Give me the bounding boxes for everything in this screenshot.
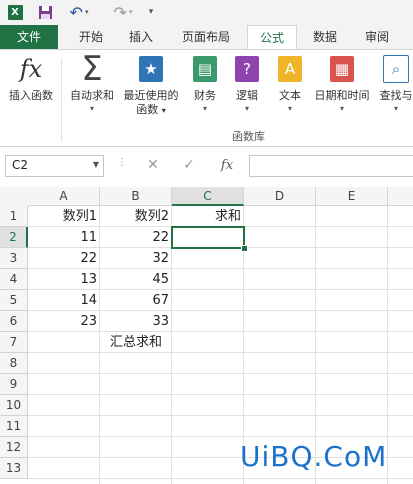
- redo-icon[interactable]: ↷ ▾: [110, 3, 136, 22]
- row-header-7[interactable]: 7: [0, 332, 28, 353]
- question-icon: ?: [235, 56, 259, 82]
- group-label: 函数库: [232, 130, 265, 143]
- watermark: UiBQ.CoM: [240, 440, 388, 473]
- row-header-9[interactable]: 9: [0, 374, 28, 395]
- customize-qat-icon[interactable]: ▾: [144, 3, 158, 21]
- tab-file[interactable]: 文件: [0, 25, 58, 49]
- row-header-13[interactable]: 13: [0, 458, 28, 479]
- row-header-4[interactable]: 4: [0, 269, 28, 290]
- ribbon-separator: [61, 58, 62, 142]
- logical-button[interactable]: ? 逻辑 ▾: [230, 54, 264, 115]
- quick-access-toolbar: X ↶ ▾ ↷ ▾ ▾: [0, 0, 413, 25]
- row-header-8[interactable]: 8: [0, 353, 28, 374]
- chevron-down-icon: ▾: [244, 104, 249, 113]
- magnifier-icon: ⌕: [383, 55, 409, 83]
- row-header-6[interactable]: 6: [0, 311, 28, 332]
- undo-icon[interactable]: ↶ ▾: [66, 3, 92, 22]
- column-header-c[interactable]: C: [172, 187, 244, 206]
- row-header-2[interactable]: 2: [0, 227, 28, 248]
- cancel-button[interactable]: ✕: [138, 155, 168, 175]
- insert-function-button[interactable]: fx 插入函数: [4, 54, 58, 103]
- row-header-5[interactable]: 5: [0, 290, 28, 311]
- insert-function-icon[interactable]: fx: [212, 155, 242, 175]
- text-icon: A: [278, 56, 302, 82]
- calendar-icon: ▦: [330, 56, 354, 82]
- ribbon-formulas: fx 插入函数 Σ 自动求和 ▾ ★ 最近使用的 函数 ▾ ▤ 财务 ▾ ? 逻…: [0, 49, 413, 147]
- financial-button[interactable]: ▤ 财务 ▾: [188, 54, 222, 115]
- excel-app-icon[interactable]: X: [6, 3, 24, 21]
- chevron-down-icon: ▾: [339, 104, 344, 113]
- tab-data[interactable]: 数据: [302, 25, 348, 49]
- row-header-1[interactable]: 1: [0, 206, 28, 227]
- chevron-down-icon: ▼: [92, 160, 99, 169]
- autosum-button[interactable]: Σ 自动求和 ▾: [66, 49, 118, 115]
- datetime-button[interactable]: ▦ 日期和时间 ▾: [310, 54, 374, 115]
- tab-review[interactable]: 审阅: [354, 25, 400, 49]
- lookup-button[interactable]: ⌕ 查找与 ▾: [376, 54, 413, 115]
- chevron-down-icon: ▾: [202, 104, 207, 113]
- coins-icon: ▤: [193, 56, 217, 82]
- formula-input[interactable]: [249, 155, 413, 177]
- enter-button[interactable]: ✓: [174, 155, 204, 175]
- ribbon-tabs: 文件 开始 插入 页面布局 公式 数据 审阅: [0, 25, 413, 50]
- tab-insert[interactable]: 插入: [118, 25, 164, 49]
- chevron-down-icon: ▾: [393, 104, 398, 113]
- row-header-3[interactable]: 3: [0, 248, 28, 269]
- column-header-d[interactable]: D: [244, 187, 316, 206]
- fill-handle[interactable]: [241, 245, 248, 252]
- chevron-down-icon: ▾: [89, 104, 94, 113]
- formula-bar: C2 ▼ ⋮ ✕ ✓ fx: [0, 151, 413, 179]
- column-header-b[interactable]: B: [100, 187, 172, 206]
- select-all-corner[interactable]: [0, 187, 29, 207]
- column-header-f[interactable]: [388, 187, 413, 206]
- name-box[interactable]: C2 ▼: [5, 155, 104, 177]
- tab-formulas[interactable]: 公式: [247, 25, 297, 50]
- sigma-icon: Σ: [81, 49, 103, 89]
- column-header-e[interactable]: E: [316, 187, 388, 206]
- save-icon[interactable]: [36, 3, 54, 21]
- row-header-10[interactable]: 10: [0, 395, 28, 416]
- tab-home[interactable]: 开始: [68, 25, 114, 49]
- name-box-value: C2: [12, 158, 29, 172]
- tab-page-layout[interactable]: 页面布局: [170, 25, 242, 49]
- row-header-12[interactable]: 12: [0, 437, 28, 458]
- recently-used-button[interactable]: ★ 最近使用的 函数 ▾: [120, 54, 182, 118]
- star-icon: ★: [139, 56, 163, 82]
- column-header-a[interactable]: A: [28, 187, 100, 206]
- grip-icon[interactable]: ⋮: [117, 157, 127, 168]
- text-button[interactable]: A 文本 ▾: [273, 54, 307, 115]
- row-header-11[interactable]: 11: [0, 416, 28, 437]
- chevron-down-icon: ▾: [287, 104, 292, 113]
- active-cell-c2[interactable]: [171, 226, 245, 249]
- fx-icon: fx: [19, 55, 43, 83]
